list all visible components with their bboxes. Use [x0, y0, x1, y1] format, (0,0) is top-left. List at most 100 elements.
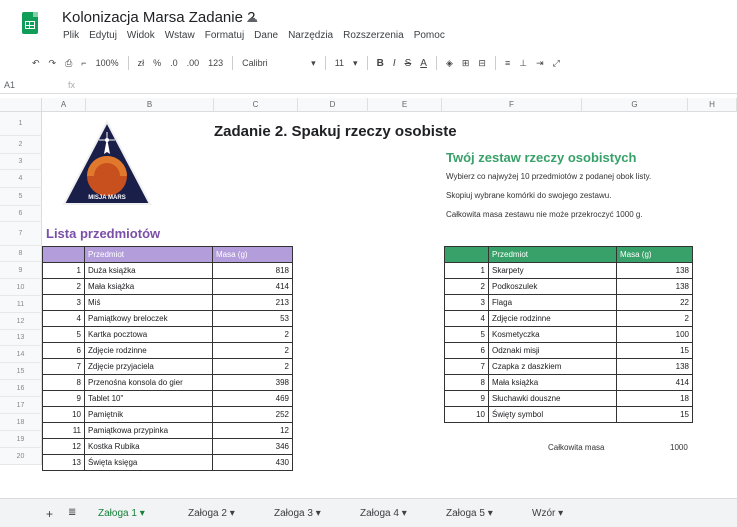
column-header[interactable]: D: [298, 98, 368, 112]
item-mass-cell[interactable]: 398: [212, 374, 293, 391]
item-name-cell[interactable]: Święty symbol: [488, 406, 617, 423]
item-name-cell[interactable]: Flaga: [488, 294, 617, 311]
font-size-select[interactable]: 11: [335, 58, 344, 68]
table-header-cell[interactable]: [444, 246, 489, 263]
text-rotate-icon[interactable]: ⤢: [553, 58, 560, 69]
table-header-item[interactable]: Przedmiot: [488, 246, 617, 263]
row-header[interactable]: 19: [0, 431, 42, 448]
item-number-cell[interactable]: 8: [42, 374, 85, 391]
cell-reference-box[interactable]: A1: [4, 80, 15, 90]
item-mass-cell[interactable]: 2: [212, 326, 293, 343]
increase-decimal-button[interactable]: .00: [187, 58, 200, 68]
item-mass-cell[interactable]: 138: [616, 358, 693, 375]
sheet-tab[interactable]: Załoga 3 ▾: [274, 508, 321, 519]
table-header-cell[interactable]: [42, 246, 85, 263]
item-number-cell[interactable]: 2: [444, 278, 489, 295]
item-name-cell[interactable]: Odznaki misji: [488, 342, 617, 359]
menu-item[interactable]: Widok: [126, 30, 156, 41]
chevron-down-icon[interactable]: ▾: [313, 508, 321, 519]
chevron-down-icon[interactable]: ▾: [311, 58, 316, 69]
item-number-cell[interactable]: 6: [42, 342, 85, 359]
row-header[interactable]: 9: [0, 262, 42, 279]
item-number-cell[interactable]: 11: [42, 422, 85, 439]
menu-item[interactable]: Narzędzia: [287, 30, 334, 41]
item-number-cell[interactable]: 2: [42, 278, 85, 295]
item-name-cell[interactable]: Czapka z daszkiem: [488, 358, 617, 375]
item-number-cell[interactable]: 5: [444, 326, 489, 343]
document-title[interactable]: Kolonizacja Marsa Zadanie 2: [62, 9, 255, 26]
item-number-cell[interactable]: 5: [42, 326, 85, 343]
sheet-tab[interactable]: Załoga 5 ▾: [446, 508, 493, 519]
menu-item[interactable]: Formatuj: [204, 30, 245, 41]
sheet-tab[interactable]: Wzór ▾: [532, 508, 563, 519]
print-icon[interactable]: ⎙: [65, 58, 72, 69]
item-mass-cell[interactable]: 414: [616, 374, 693, 391]
table-header-mass[interactable]: Masa (g): [212, 246, 293, 263]
item-number-cell[interactable]: 7: [444, 358, 489, 375]
column-header[interactable]: A: [42, 98, 86, 112]
sheet-tab[interactable]: Załoga 2 ▾: [188, 508, 235, 519]
item-mass-cell[interactable]: 12: [212, 422, 293, 439]
row-header[interactable]: 2: [0, 136, 42, 154]
row-header[interactable]: 17: [0, 397, 42, 414]
item-mass-cell[interactable]: 15: [616, 342, 693, 359]
item-name-cell[interactable]: Miś: [84, 294, 213, 311]
text-color-button[interactable]: A: [420, 58, 427, 69]
menu-item[interactable]: Edytuj: [88, 30, 118, 41]
item-number-cell[interactable]: 6: [444, 342, 489, 359]
text-wrap-icon[interactable]: ⇥: [536, 58, 544, 69]
item-name-cell[interactable]: Słuchawki douszne: [488, 390, 617, 407]
menu-item[interactable]: Dane: [253, 30, 279, 41]
undo-icon[interactable]: ↶: [32, 58, 40, 69]
item-name-cell[interactable]: Kosmetyczka: [488, 326, 617, 343]
item-number-cell[interactable]: 13: [42, 454, 85, 471]
italic-button[interactable]: I: [393, 58, 396, 69]
paint-format-icon[interactable]: ⌐: [81, 58, 86, 68]
item-name-cell[interactable]: Zdjęcie rodzinne: [84, 342, 213, 359]
zoom-select[interactable]: 100%: [96, 58, 119, 68]
item-mass-cell[interactable]: 252: [212, 406, 293, 423]
column-header[interactable]: F: [442, 98, 582, 112]
chevron-down-icon[interactable]: ▾: [137, 508, 145, 519]
item-number-cell[interactable]: 10: [444, 406, 489, 423]
table-header-mass[interactable]: Masa (g): [616, 246, 693, 263]
row-header[interactable]: 10: [0, 279, 42, 296]
item-number-cell[interactable]: 4: [444, 310, 489, 327]
row-header[interactable]: 11: [0, 296, 42, 313]
item-mass-cell[interactable]: 2: [616, 310, 693, 327]
fill-color-icon[interactable]: ◈: [446, 58, 453, 69]
item-name-cell[interactable]: Zdjęcie przyjaciela: [84, 358, 213, 375]
item-number-cell[interactable]: 1: [42, 262, 85, 279]
item-name-cell[interactable]: Święta księga: [84, 454, 213, 471]
item-mass-cell[interactable]: 213: [212, 294, 293, 311]
chevron-down-icon[interactable]: ▾: [485, 508, 493, 519]
more-formats-button[interactable]: 123: [208, 58, 223, 68]
item-number-cell[interactable]: 9: [444, 390, 489, 407]
item-mass-cell[interactable]: 414: [212, 278, 293, 295]
item-mass-cell[interactable]: 2: [212, 342, 293, 359]
cloud-status-icon[interactable]: ☁: [246, 11, 258, 25]
table-header-item[interactable]: Przedmiot: [84, 246, 213, 263]
row-header[interactable]: 7: [0, 222, 42, 246]
row-header[interactable]: 20: [0, 448, 42, 465]
decrease-decimal-button[interactable]: .0: [170, 58, 178, 68]
chevron-down-icon[interactable]: ▾: [227, 508, 235, 519]
item-number-cell[interactable]: 7: [42, 358, 85, 375]
item-name-cell[interactable]: Tablet 10": [84, 390, 213, 407]
column-header[interactable]: G: [582, 98, 688, 112]
item-number-cell[interactable]: 12: [42, 438, 85, 455]
percent-format-button[interactable]: %: [153, 58, 161, 68]
column-header[interactable]: E: [368, 98, 442, 112]
currency-format-button[interactable]: zł: [138, 58, 145, 68]
row-header[interactable]: 6: [0, 206, 42, 222]
menu-item[interactable]: Wstaw: [164, 30, 196, 41]
item-mass-cell[interactable]: 430: [212, 454, 293, 471]
item-mass-cell[interactable]: 15: [616, 406, 693, 423]
item-name-cell[interactable]: Pamiętnik: [84, 406, 213, 423]
chevron-down-icon[interactable]: ▾: [353, 58, 358, 69]
menu-item[interactable]: Rozszerzenia: [342, 30, 405, 41]
column-header[interactable]: C: [214, 98, 298, 112]
row-header[interactable]: 13: [0, 330, 42, 346]
redo-icon[interactable]: ↷: [49, 58, 57, 69]
item-mass-cell[interactable]: 2: [212, 358, 293, 375]
